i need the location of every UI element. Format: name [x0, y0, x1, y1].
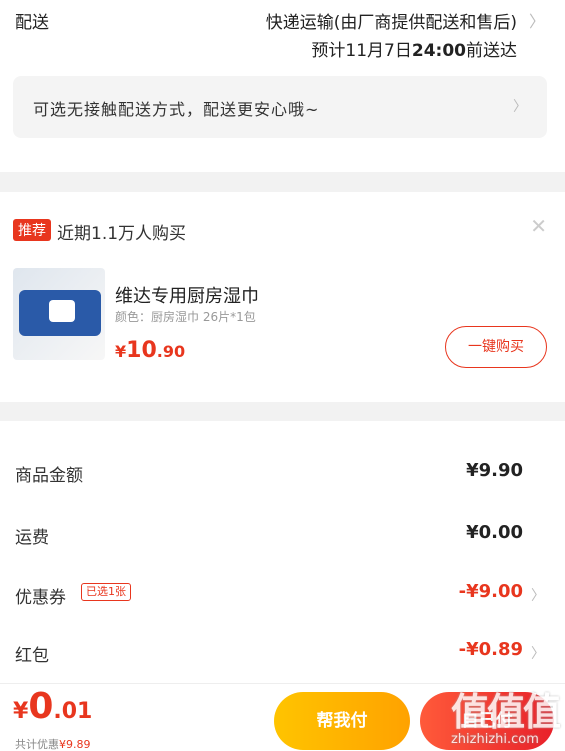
delivery-section: 配送 快递运输(由厂商提供配送和售后) 预计11月7日24:00前送达 〉 可选…: [0, 0, 565, 172]
savings-label: 共计优惠: [15, 738, 59, 751]
shipping-value: ¥0.00: [466, 522, 523, 543]
price-currency: ¥: [115, 342, 127, 361]
total-savings: 共计优惠¥9.89: [15, 736, 91, 751]
product-image[interactable]: [13, 268, 105, 360]
red-packet-value[interactable]: -¥0.89: [459, 639, 523, 660]
watermark-logo: 值值值: [450, 690, 561, 734]
product-variant: 颜色：厨房湿巾 26片*1包: [115, 310, 256, 324]
totals-section: 商品金额 ¥9.90 运费 ¥0.00 优惠券 已选1张 -¥9.00 〉 红包…: [0, 421, 565, 683]
red-packet-label[interactable]: 红包: [15, 641, 49, 666]
product-name[interactable]: 维达专用厨房湿巾: [115, 282, 259, 308]
subtotal-label: 商品金额: [15, 466, 83, 486]
total-currency: ¥: [13, 699, 29, 724]
delivery-method[interactable]: 快递运输(由厂商提供配送和售后): [266, 8, 517, 33]
chevron-right-icon[interactable]: 〉: [529, 8, 545, 32]
chevron-right-icon[interactable]: 〉: [531, 585, 545, 605]
eta-date: 预计11月7日: [311, 41, 412, 61]
price-int: 10: [126, 338, 157, 363]
payable-total: ¥0.01: [13, 686, 92, 727]
watermark: 值值值 zhizhizhi.com: [450, 681, 561, 747]
recommend-section: 推荐 近期1.1万人购买 ✕ 维达专用厨房湿巾 颜色：厨房湿巾 26片*1包 ¥…: [0, 192, 565, 402]
close-icon[interactable]: ✕: [530, 214, 547, 238]
product-pack-graphic: [19, 290, 101, 336]
total-dec: .01: [53, 699, 93, 724]
contactless-text: 可选无接触配送方式，配送更安心哦~: [33, 100, 320, 119]
recommend-badge: 推荐: [13, 219, 51, 241]
product-price: ¥10.90: [115, 338, 185, 363]
help-pay-button[interactable]: 帮我付: [274, 692, 410, 750]
savings-value: ¥9.89: [59, 738, 91, 751]
coupon-selected-badge: 已选1张: [81, 583, 131, 601]
delivery-label: 配送: [15, 13, 49, 33]
coupon-label[interactable]: 优惠券: [15, 583, 66, 608]
subtotal-value: ¥9.90: [466, 460, 523, 481]
eta-suffix: 前送达: [466, 41, 517, 61]
one-click-buy-button[interactable]: 一键购买: [445, 326, 547, 368]
contactless-delivery-option[interactable]: 可选无接触配送方式，配送更安心哦~ 〉: [13, 76, 547, 138]
coupon-value[interactable]: -¥9.00: [459, 581, 523, 602]
eta-time: 24:00: [411, 41, 466, 61]
total-int: 0: [28, 686, 54, 727]
chevron-right-icon[interactable]: 〉: [531, 643, 545, 663]
recommend-text: 近期1.1万人购买: [57, 224, 187, 244]
delivery-eta: 预计11月7日24:00前送达: [311, 36, 517, 61]
shipping-label: 运费: [15, 528, 49, 548]
price-dec: .90: [156, 342, 186, 361]
chevron-right-icon: 〉: [513, 99, 527, 115]
